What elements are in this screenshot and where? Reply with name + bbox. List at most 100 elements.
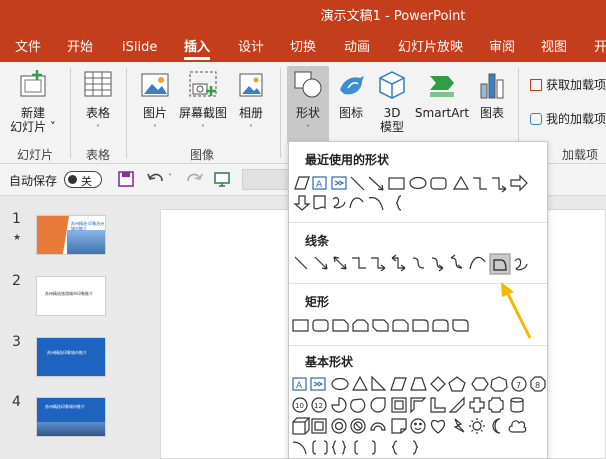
double-arrow-line-shape[interactable]: [333, 256, 347, 270]
chart-button[interactable]: 图表: [475, 68, 509, 120]
snip-single-corner-rectangle-shape[interactable]: [332, 319, 349, 332]
curved-double-arrow-shape[interactable]: [450, 254, 463, 269]
freeform-scribble-shape[interactable]: [332, 197, 346, 209]
snip-diagonal-rectangle-shape[interactable]: [372, 319, 389, 332]
round-single-corner-rectangle-shape[interactable]: [412, 319, 429, 332]
slide-thumbnail-4[interactable]: 苏州精选印象城市推介: [36, 397, 106, 437]
cube-shape[interactable]: [292, 417, 311, 435]
down-arrow-shape[interactable]: [293, 195, 311, 211]
octagon-8-shape[interactable]: 8: [530, 376, 546, 392]
oval-shape[interactable]: [331, 377, 349, 391]
tab-more[interactable]: 开: [594, 34, 606, 62]
plaque-shape[interactable]: [488, 397, 504, 413]
octagon-7-shape[interactable]: 7: [511, 376, 527, 392]
redo-icon[interactable]: [184, 170, 204, 188]
tab-review[interactable]: 审阅: [489, 34, 515, 62]
line-shape[interactable]: [350, 176, 365, 191]
triangle-shape[interactable]: [452, 175, 470, 190]
brace-shape[interactable]: [395, 195, 402, 211]
round-diagonal-rectangle-shape[interactable]: [452, 319, 469, 332]
curved-arrow-connector-shape[interactable]: [431, 257, 444, 272]
snip-same-side-rectangle-shape[interactable]: [352, 319, 369, 332]
moon-shape[interactable]: [492, 418, 501, 434]
diamond-shape[interactable]: [430, 376, 446, 392]
parallelogram-shape[interactable]: [294, 176, 310, 190]
3d-model-button[interactable]: 3D 模型: [374, 68, 410, 134]
left-brace-shape[interactable]: [391, 440, 398, 455]
diagonal-stripe-shape[interactable]: [448, 396, 465, 413]
slide-thumbnail-3[interactable]: 苏州精选印象城市推介: [36, 337, 106, 377]
frame-shape[interactable]: [391, 397, 407, 413]
tab-transitions[interactable]: 切换: [290, 34, 316, 62]
left-bracket-shape[interactable]: [354, 440, 359, 455]
trapezoid-shape[interactable]: [410, 377, 427, 391]
tab-slideshow[interactable]: 幻灯片放映: [398, 34, 463, 62]
present-from-start-icon[interactable]: [213, 170, 231, 188]
elbow-double-arrow-shape[interactable]: [391, 254, 406, 272]
rounded-rectangle-shape[interactable]: [312, 319, 329, 332]
curve-shape[interactable]: [349, 197, 364, 209]
get-addins-button[interactable]: 获取加载项: [530, 76, 606, 93]
picture-button[interactable]: 图片 ˅: [136, 68, 174, 136]
tab-design[interactable]: 设计: [238, 34, 264, 62]
folded-corner-shape[interactable]: [391, 418, 407, 434]
autosave-toggle[interactable]: 关: [64, 171, 102, 188]
isosceles-triangle-shape[interactable]: [351, 375, 369, 391]
shapes-button[interactable]: 形状 ˅: [287, 66, 329, 144]
double-brace-shape[interactable]: [331, 440, 347, 455]
block-arrow-shape[interactable]: [510, 174, 528, 192]
tab-home[interactable]: 开始: [67, 34, 93, 62]
rectangle-shape[interactable]: [388, 177, 405, 190]
block-arc-shape[interactable]: [370, 422, 386, 431]
scribble-shape[interactable]: [514, 258, 528, 271]
tab-animations[interactable]: 动画: [344, 34, 370, 62]
vertical-text-box-shape[interactable]: [331, 176, 347, 190]
elbow-connector-shape[interactable]: [473, 177, 487, 190]
undo-icon[interactable]: [146, 170, 166, 188]
smiley-face-shape[interactable]: [410, 418, 426, 434]
right-bracket-shape[interactable]: [371, 440, 376, 455]
double-bracket-shape[interactable]: [312, 440, 328, 455]
heptagon-shape[interactable]: [490, 376, 508, 392]
bevel-shape[interactable]: [311, 418, 327, 434]
font-field[interactable]: [242, 169, 290, 190]
elbow-connector-shape[interactable]: [352, 257, 366, 269]
table-button[interactable]: 表格 ˅: [78, 68, 118, 136]
cloud-shape[interactable]: [508, 420, 527, 433]
my-addins-button[interactable]: 我的加载项: [530, 110, 606, 127]
screenshot-button[interactable]: 屏幕截图 ˅: [177, 68, 229, 136]
elbow-arrow-connector-shape[interactable]: [371, 257, 386, 272]
round-same-side-rectangle-shape[interactable]: [432, 319, 449, 332]
tab-file[interactable]: 文件: [15, 34, 41, 62]
line-shape[interactable]: [294, 256, 308, 270]
pentagon-shape[interactable]: [448, 376, 466, 392]
curve-shape[interactable]: [469, 256, 486, 270]
sun-shape[interactable]: [469, 418, 485, 434]
flowchart-document-shape[interactable]: [313, 195, 326, 210]
oval-shape[interactable]: [409, 176, 427, 190]
hexagon-shape[interactable]: [471, 377, 489, 391]
chevron-down-icon[interactable]: ˅: [168, 173, 172, 182]
lightning-bolt-shape[interactable]: [453, 418, 465, 433]
can-shape[interactable]: [510, 397, 524, 413]
slide-thumbnail-2[interactable]: 苏州精选旅游城市印象推介: [36, 276, 106, 316]
heart-shape[interactable]: [430, 419, 446, 434]
tab-islide[interactable]: iSlide: [122, 34, 157, 62]
save-icon[interactable]: [117, 170, 135, 188]
rectangle-shape[interactable]: [292, 319, 309, 332]
parallelogram-shape[interactable]: [390, 377, 407, 391]
plus-shape[interactable]: [469, 397, 485, 413]
chord-shape[interactable]: [350, 398, 366, 413]
tab-view[interactable]: 视图: [541, 34, 567, 62]
album-button[interactable]: 相册 ˅: [234, 68, 268, 136]
text-box-shape[interactable]: A: [292, 377, 307, 391]
no-symbol-shape[interactable]: [350, 418, 366, 434]
smartart-button[interactable]: SmartArt: [414, 68, 470, 120]
elbow-arrow-connector-shape[interactable]: [492, 177, 507, 193]
dodecagon-shape[interactable]: 12: [311, 397, 327, 413]
vertical-text-box-shape[interactable]: [310, 377, 326, 391]
icons-button[interactable]: 图标: [335, 68, 367, 120]
right-triangle-shape[interactable]: [371, 375, 387, 391]
arrow-line-shape[interactable]: [314, 256, 328, 270]
pie-shape[interactable]: [331, 397, 347, 413]
